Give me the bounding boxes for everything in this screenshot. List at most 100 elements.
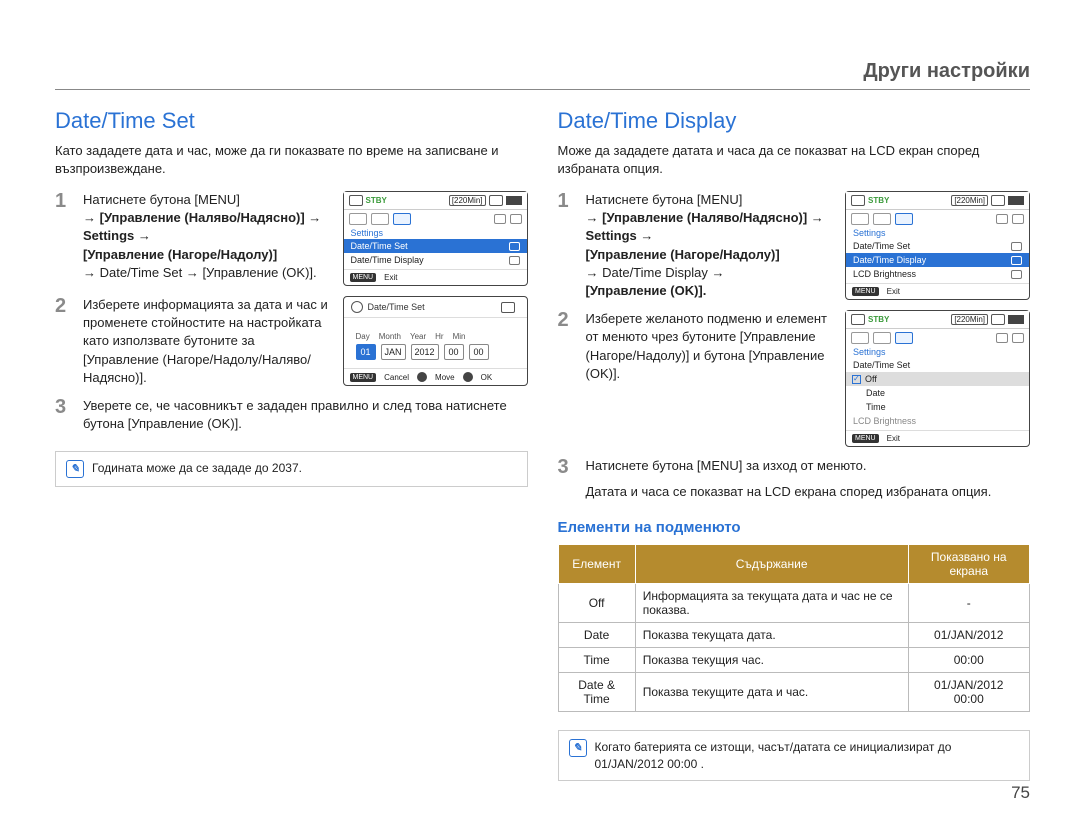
move-icon	[417, 372, 427, 382]
menu-chip: MENU	[350, 273, 377, 282]
submenu-option-selected: Off	[846, 372, 1029, 386]
step-number: 2	[558, 310, 576, 330]
tab-icon-active	[895, 332, 913, 344]
lcd-submenu-screen: STBY [220Min] Settings Date/Tim	[845, 310, 1030, 447]
heading-datetime-set: Date/Time Set	[55, 108, 528, 134]
nav-left-icon	[996, 333, 1008, 343]
step3-note: Датата и часа се показват на LCD екрана …	[586, 483, 1031, 501]
tab-icon	[851, 332, 869, 344]
th-display: Показвано на екрана	[908, 545, 1030, 584]
right-icon	[509, 256, 520, 265]
table-row: Date & Time Показва текущите дата и час.…	[558, 673, 1030, 712]
right-icon	[509, 242, 520, 251]
settings-label: Settings	[344, 227, 527, 239]
exit-label: Exit	[887, 287, 900, 296]
card-icon	[991, 314, 1005, 325]
stby-label: STBY	[868, 315, 889, 324]
note-box: ✎ Когато батерията се изтощи, часът/дата…	[558, 730, 1031, 780]
menu-item: LCD Brightness	[846, 267, 1029, 281]
submenu-heading: Елементи на подменюто	[558, 519, 1031, 536]
step1-text: Натиснете бутона [MENU] → [Управление (Н…	[586, 191, 832, 300]
step2-text: Изберете желаното подменю и елемент от м…	[586, 310, 832, 383]
table-row: Off Информацията за текущата дата и час …	[558, 584, 1030, 623]
tab-icon	[873, 332, 891, 344]
step3-text: Натиснете бутона [MENU] за изход от меню…	[586, 457, 1031, 475]
sd-icon	[349, 195, 363, 206]
note-box: ✎ Годината може да се зададе до 2037.	[55, 451, 528, 487]
label-year: Year	[410, 332, 426, 341]
battery-icon	[1008, 196, 1024, 205]
tab-icon	[873, 213, 891, 225]
tab-icon-active	[895, 213, 913, 225]
lcd-datetime-edit-screen: Date/Time Set Day Month Year Hr Min	[343, 296, 528, 386]
exit-label: Exit	[887, 434, 900, 443]
submenu-table: Елемент Съдържание Показвано на екрана O…	[558, 544, 1031, 712]
tab-icon	[349, 213, 367, 225]
label-day: Day	[356, 332, 370, 341]
submenu-option: Date	[846, 386, 1029, 400]
right-icon	[1011, 242, 1022, 251]
remaining-time: [220Min]	[449, 195, 486, 206]
nav-left-icon	[494, 214, 506, 224]
move-label: Move	[435, 373, 455, 382]
nav-right-icon	[1012, 333, 1024, 343]
step3-text: Уверете се, че часовникът е зададен прав…	[83, 397, 528, 433]
heading-datetime-display: Date/Time Display	[558, 108, 1031, 134]
field-month: JAN	[381, 344, 406, 360]
step-number: 1	[55, 191, 73, 211]
right-icon	[1011, 270, 1022, 279]
menu-chip: MENU	[852, 287, 879, 296]
settings-label: Settings	[846, 346, 1029, 358]
label-month: Month	[379, 332, 401, 341]
note-text: Когато батерията се изтощи, часът/датата…	[595, 739, 1020, 771]
field-day: 01	[356, 344, 376, 360]
submenu-option: Time	[846, 400, 1029, 414]
page-number: 75	[1011, 783, 1030, 803]
tab-icon-active	[393, 213, 411, 225]
gear-icon	[351, 301, 363, 313]
step1-text: Натиснете бутона [MENU] → [Управление (Н…	[83, 191, 329, 282]
card-icon	[501, 302, 515, 313]
menu-item: Date/Time Set	[846, 239, 1029, 253]
remaining-time: [220Min]	[951, 314, 988, 325]
th-content: Съдържание	[635, 545, 908, 584]
note-icon: ✎	[66, 460, 84, 478]
note-text: Годината може да се зададе до 2037.	[92, 460, 302, 476]
stby-label: STBY	[366, 196, 387, 205]
ok-icon	[463, 372, 473, 382]
step2-text: Изберете информацията за дата и час и пр…	[83, 296, 329, 387]
card-icon	[991, 195, 1005, 206]
menu-item: Date/Time Display	[344, 253, 527, 267]
field-year: 2012	[411, 344, 439, 360]
label-min: Min	[453, 332, 466, 341]
chapter-title: Други настройки	[55, 60, 1030, 90]
menu-item-highlighted: Date/Time Set	[344, 239, 527, 253]
col-datetime-display: Date/Time Display Може да зададете датат…	[558, 108, 1031, 781]
intro-right: Може да зададете датата и часа да се пок…	[558, 142, 1031, 177]
settings-label: Settings	[846, 227, 1029, 239]
battery-icon	[1008, 315, 1024, 324]
table-row: Date Показва текущата дата. 01/JAN/2012	[558, 623, 1030, 648]
cancel-label: Cancel	[384, 373, 409, 382]
battery-icon	[506, 196, 522, 205]
exit-label: Exit	[384, 273, 397, 282]
sd-icon	[851, 314, 865, 325]
intro-left: Като зададете дата и час, може да ги пок…	[55, 142, 528, 177]
sd-icon	[851, 195, 865, 206]
stby-label: STBY	[868, 196, 889, 205]
nav-right-icon	[1012, 214, 1024, 224]
remaining-time: [220Min]	[951, 195, 988, 206]
tab-icon	[371, 213, 389, 225]
step-number: 2	[55, 296, 73, 316]
field-min: 00	[469, 344, 489, 360]
check-icon	[852, 375, 861, 384]
menu-item: Date/Time Set	[846, 358, 1029, 372]
right-icon	[1011, 256, 1022, 265]
note-icon: ✎	[569, 739, 587, 757]
label-hr: Hr	[435, 332, 443, 341]
menu-item: LCD Brightness	[846, 414, 1029, 428]
col-datetime-set: Date/Time Set Като зададете дата и час, …	[55, 108, 528, 781]
tab-icon	[851, 213, 869, 225]
step-number: 3	[558, 457, 576, 477]
screen-title: Date/Time Set	[368, 302, 425, 312]
